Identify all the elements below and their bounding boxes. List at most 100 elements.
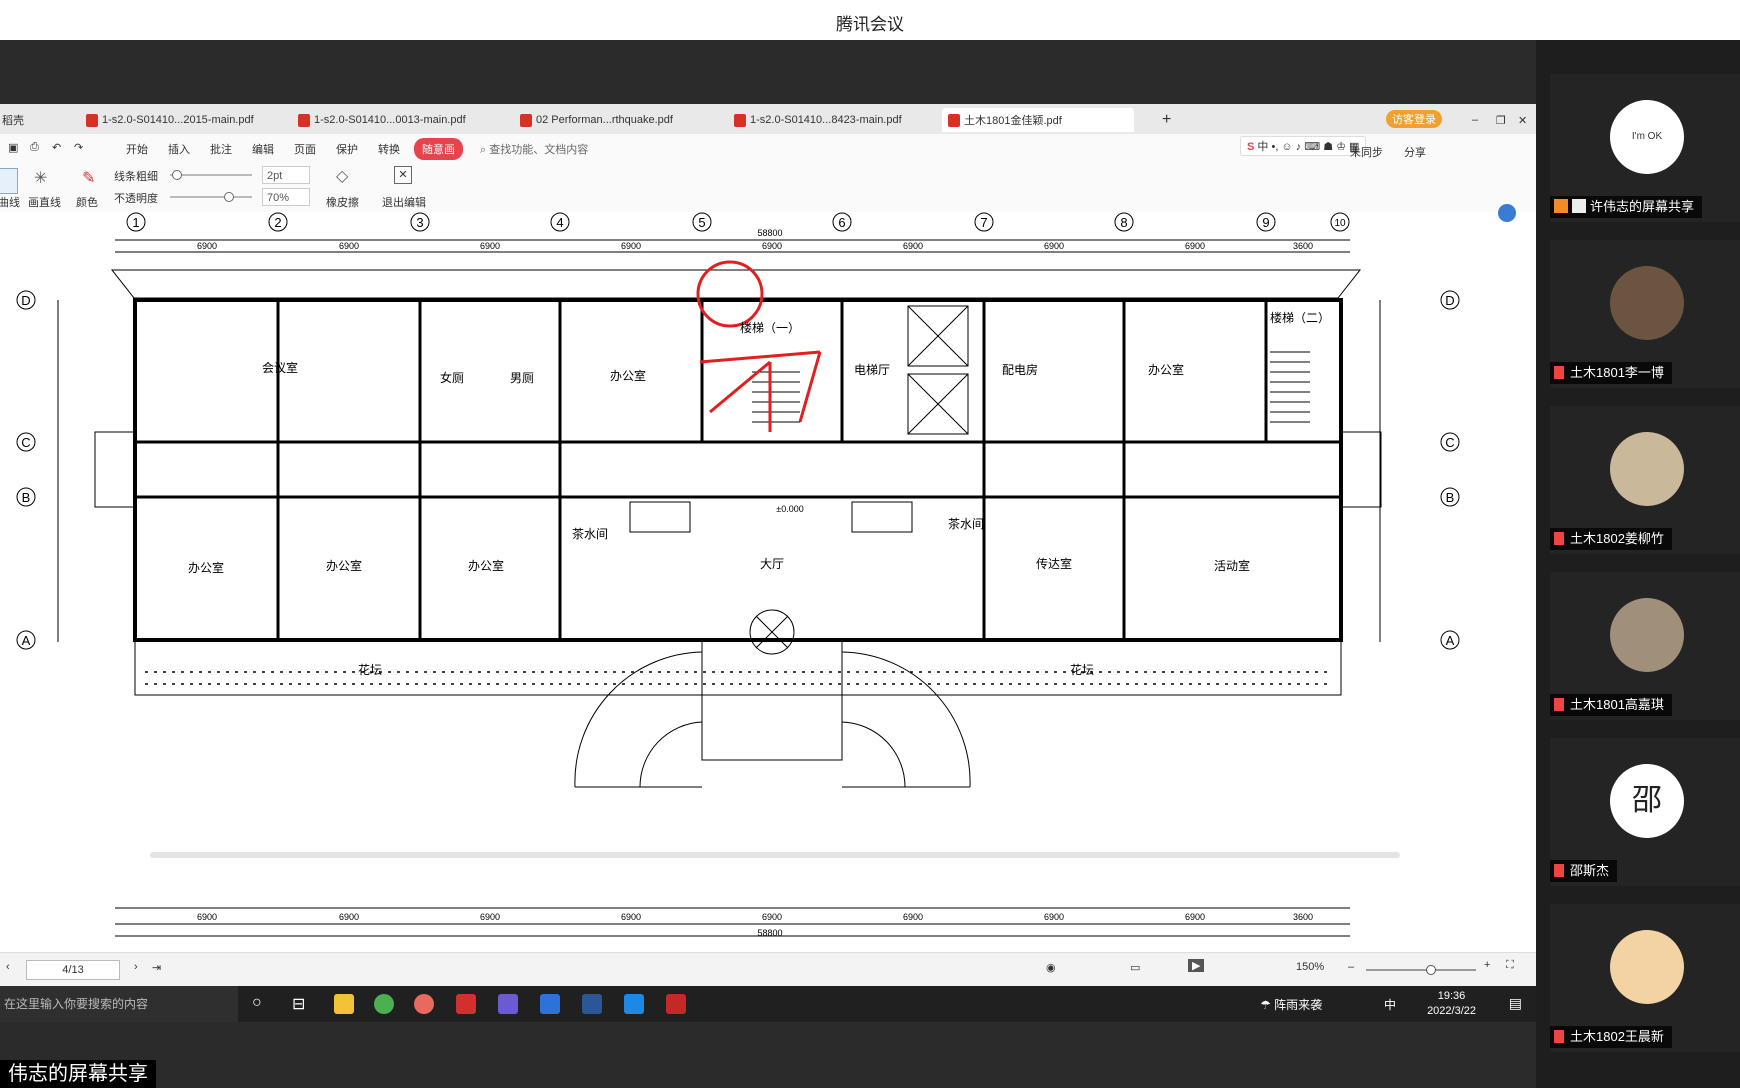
autocad-icon[interactable] [666, 994, 686, 1014]
taskbar-search-placeholder: 在这里输入你要搜索的内容 [4, 997, 149, 1011]
page-indicator[interactable]: 4/13 [26, 960, 120, 980]
app-icon-en[interactable] [540, 994, 560, 1014]
participant-tile-1[interactable]: I'm OK 许伟志的屏幕共享 [1550, 74, 1740, 222]
layout-single-icon[interactable]: ▭ [1130, 961, 1140, 974]
tab-pdf-active[interactable]: 土木1801金佳颖.pdf [942, 108, 1134, 132]
participant-name-text: 土木1802王晨新 [1570, 1029, 1664, 1044]
menu-page[interactable]: 页面 [294, 141, 316, 157]
participant-tile-5[interactable]: 邵 邵斯杰 [1550, 738, 1740, 886]
tab-pdf-3[interactable]: 02 Performan...rthquake.pdf [514, 108, 679, 132]
play-icon[interactable]: ▶ [1188, 959, 1205, 972]
tab-pdf-2[interactable]: 1-s2.0-S01410...0013-main.pdf [292, 108, 472, 132]
zoom-in-icon[interactable]: + [1484, 959, 1490, 971]
word-icon[interactable] [582, 994, 602, 1014]
close-icon[interactable]: ✕ [1512, 108, 1533, 132]
straight-line-icon[interactable]: ✳ [34, 168, 47, 188]
room-meeting: 会议室 [262, 360, 298, 375]
cortana-icon[interactable]: ○ [252, 994, 272, 1014]
undo-icon[interactable]: ↶ [52, 141, 61, 154]
participant-name-text: 土木1802姜柳竹 [1570, 531, 1664, 546]
line-width-select[interactable]: 2pt [262, 166, 310, 184]
mic-muted-icon [1554, 864, 1564, 877]
visitor-login-badge[interactable]: 访客登录 [1386, 110, 1442, 128]
color-label[interactable]: 颜色 [76, 194, 98, 210]
axis-label-7: 7 [980, 215, 987, 230]
room-labels: 会议室 女厕 男厕 办公室 楼梯（一） 电梯厅 配电房 办公室 楼梯（二） 办公… [188, 310, 1330, 677]
taskbar-ime[interactable]: 中 [1384, 996, 1396, 1013]
ime-toolbar[interactable]: S 中 •, ☺ ♪ ⌨ ☗ ♔ ▦ [1240, 136, 1367, 156]
bay-dim-b1: 6900 [197, 912, 217, 922]
print-icon[interactable]: ⎙ [30, 141, 39, 154]
east-arc-garden [841, 651, 971, 788]
redo-icon[interactable]: ↷ [74, 141, 83, 154]
menu-annotate[interactable]: 批注 [210, 141, 232, 157]
last-page-icon[interactable]: ⇥ [152, 961, 161, 974]
tab-pdf-4[interactable]: 1-s2.0-S01410...8423-main.pdf [728, 108, 908, 132]
horizontal-scrollbar[interactable] [150, 852, 1400, 858]
participant-tile-4[interactable]: 土木1801高嘉琪 [1550, 572, 1740, 720]
prev-page-icon[interactable]: ‹ [6, 961, 10, 973]
floor-plan-drawing: 1 2 3 4 5 6 7 8 9 10 D C B A D C B A 588… [16, 212, 1460, 938]
participant-tile-6[interactable]: 土木1802王晨新 [1550, 904, 1740, 1052]
new-tab-button[interactable]: + [1156, 108, 1177, 132]
eraser-icon[interactable]: ◇ [336, 166, 348, 186]
participant-tile-3[interactable]: 土木1802姜柳竹 [1550, 406, 1740, 554]
meeting-title: 腾讯会议 [836, 15, 904, 34]
save-icon[interactable]: ▣ [8, 141, 18, 154]
eraser-label[interactable]: 橡皮擦 [326, 194, 359, 210]
chrome-icon[interactable] [374, 994, 394, 1014]
float-action-icon[interactable] [1498, 204, 1516, 222]
wps-icon[interactable] [456, 994, 476, 1014]
menu-protect[interactable]: 保护 [336, 141, 358, 157]
opacity-slider[interactable] [170, 192, 252, 202]
tab-docer[interactable]: 稻壳 [0, 108, 30, 132]
fullscreen-icon[interactable]: ⛶ [1506, 959, 1514, 972]
room-reception: 传达室 [1036, 556, 1072, 571]
zoom-value[interactable]: 150% [1296, 961, 1324, 973]
next-page-icon[interactable]: › [134, 961, 138, 973]
axis-label-9: 9 [1262, 215, 1269, 230]
taskbar-clock[interactable]: 19:36 2022/3/22 [1427, 989, 1476, 1019]
exit-edit-label[interactable]: 退出编辑 [382, 194, 426, 210]
task-view-icon[interactable]: ⊟ [292, 994, 312, 1014]
tab-pdf-1[interactable]: 1-s2.0-S01410...2015-main.pdf [80, 108, 260, 132]
curve-label: 曲线 [0, 197, 20, 209]
share-button[interactable]: 分享 [1404, 144, 1426, 160]
tab-label: 土木1801金佳颖.pdf [964, 115, 1062, 127]
curve-pen-tool[interactable] [0, 168, 18, 194]
bay-dim-1: 6900 [197, 241, 217, 251]
menu-convert[interactable]: 转换 [378, 141, 400, 157]
participant-name-text: 土木1801李一博 [1570, 365, 1664, 380]
zoom-slider[interactable] [1366, 965, 1476, 975]
notification-icon[interactable]: ▤ [1509, 995, 1522, 1012]
opacity-select[interactable]: 70% [262, 188, 310, 206]
menu-start[interactable]: 开始 [126, 141, 148, 157]
screen-share-label: 伟志的屏幕共享 [0, 1060, 156, 1088]
east-arc-inner [841, 721, 906, 788]
minimize-icon[interactable]: – [1466, 108, 1484, 132]
app-icon-1[interactable] [414, 994, 434, 1014]
sync-status[interactable]: 未同步 [1350, 144, 1383, 160]
tencent-meeting-icon[interactable] [624, 994, 644, 1014]
zoom-out-icon[interactable]: – [1348, 961, 1354, 973]
tab-label: 1-s2.0-S01410...8423-main.pdf [750, 114, 902, 126]
file-explorer-icon[interactable] [334, 994, 354, 1014]
maximize-icon[interactable]: ❐ [1490, 108, 1512, 132]
red-annotation-marks [696, 260, 822, 432]
axis-label-d: D [21, 293, 30, 308]
participant-tile-2[interactable]: 土木1801李一博 [1550, 240, 1740, 388]
feature-search[interactable]: ⌕ 查找功能、文档内容 [480, 141, 588, 157]
menu-freehand[interactable]: 随意画 [414, 138, 463, 160]
weather-widget[interactable]: ☂ 阵雨来袭 [1260, 996, 1322, 1013]
taskbar-search[interactable]: 在这里输入你要搜索的内容 [0, 986, 238, 1022]
pen-color-icon[interactable]: ✎ [82, 168, 95, 188]
menu-edit[interactable]: 编辑 [252, 141, 274, 157]
eye-icon[interactable]: ◉ [1046, 961, 1056, 974]
tab-label: 稻壳 [2, 115, 24, 127]
app-icon-2[interactable] [498, 994, 518, 1014]
room-stair-2: 楼梯（二） [1270, 310, 1330, 325]
bay-dim-2: 6900 [339, 241, 359, 251]
exit-edit-icon[interactable]: ✕ [394, 166, 412, 184]
menu-insert[interactable]: 插入 [168, 141, 190, 157]
line-width-slider[interactable] [170, 170, 252, 180]
